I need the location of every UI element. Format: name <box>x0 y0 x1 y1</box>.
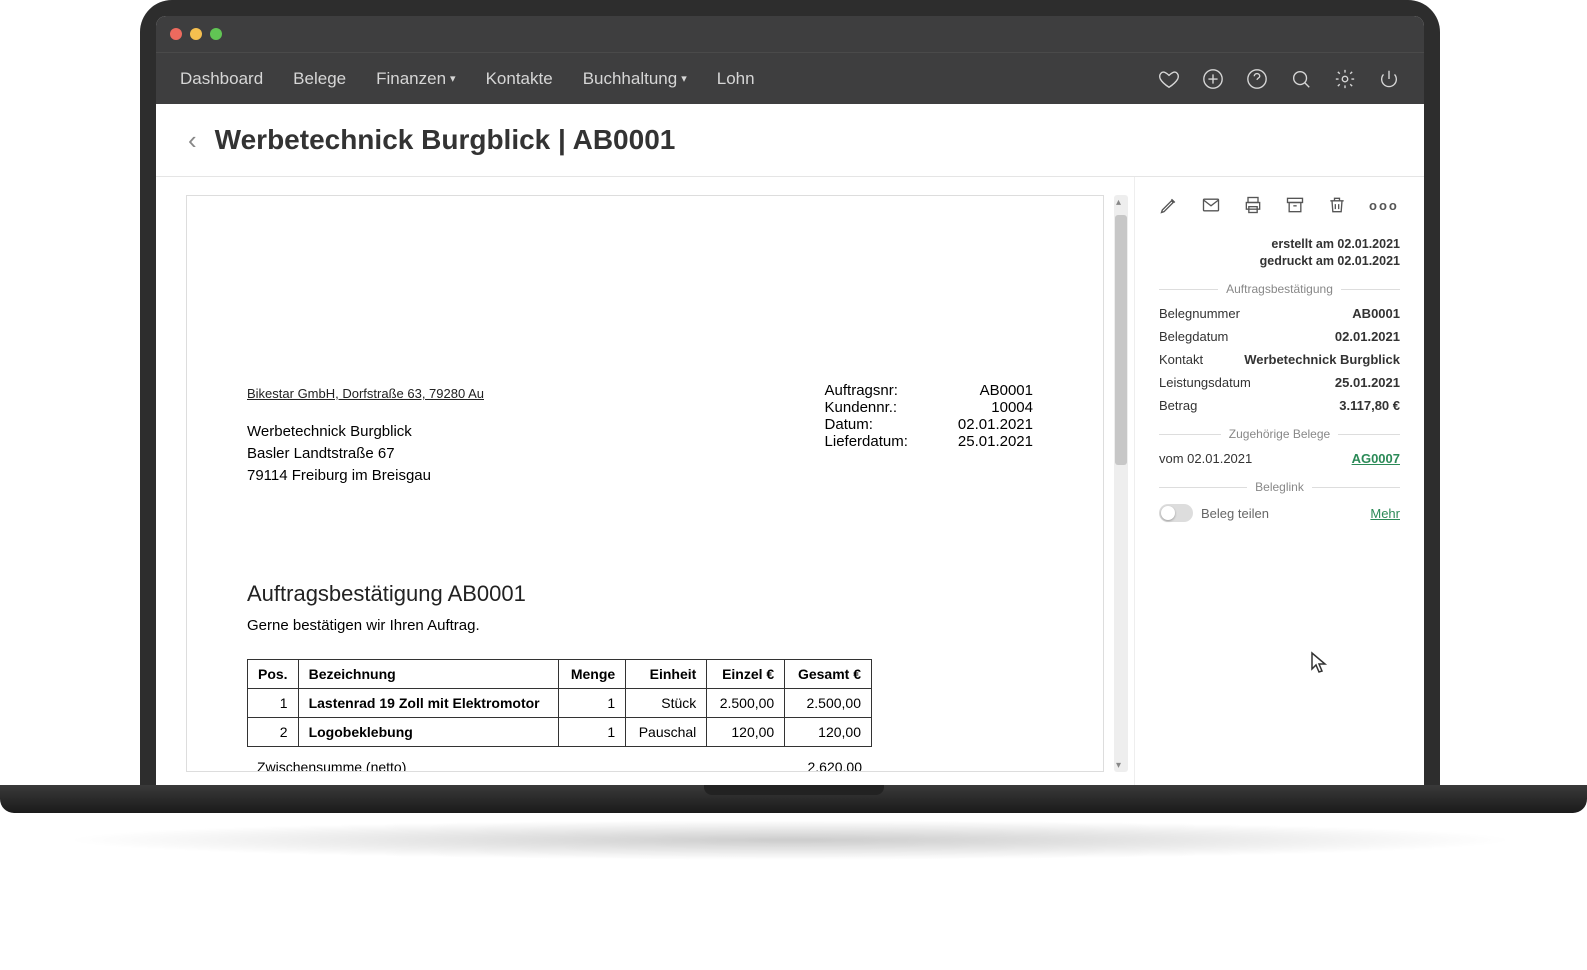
nav-kontakte[interactable]: Kontakte <box>486 69 553 89</box>
archive-icon[interactable] <box>1285 195 1305 215</box>
more-icon[interactable]: ooo <box>1369 198 1399 213</box>
section-divider: Beleglink <box>1159 480 1400 494</box>
top-nav: Dashboard Belege Finanzen▾ Kontakte Buch… <box>156 52 1424 104</box>
document-preview: Bikestar GmbH, Dorfstraße 63, 79280 Au W… <box>186 195 1104 772</box>
edit-icon[interactable] <box>1159 195 1179 215</box>
page-title: Werbetechnick Burgblick | AB0001 <box>215 124 676 156</box>
window-min-dot[interactable] <box>190 28 202 40</box>
created-at: erstellt am 02.01.2021 <box>1159 237 1400 251</box>
help-icon[interactable] <box>1246 68 1268 90</box>
share-toggle-label: Beleg teilen <box>1201 506 1370 521</box>
related-doc-link[interactable]: AG0007 <box>1352 451 1400 466</box>
cursor-icon <box>1310 651 1330 680</box>
printed-at: gedruckt am 02.01.2021 <box>1159 254 1400 268</box>
chevron-down-icon: ▾ <box>450 72 456 85</box>
window-titlebar <box>156 16 1424 52</box>
page-header: ‹ Werbetechnick Burgblick | AB0001 <box>156 104 1424 177</box>
print-icon[interactable] <box>1243 195 1263 215</box>
detail-sidebar: ooo erstellt am 02.01.2021 gedruckt am 0… <box>1134 177 1424 790</box>
nav-finanzen[interactable]: Finanzen▾ <box>376 69 455 89</box>
scroll-up-icon[interactable]: ▴ <box>1116 197 1126 207</box>
search-icon[interactable] <box>1290 68 1312 90</box>
scroll-down-icon[interactable]: ▾ <box>1116 760 1126 770</box>
scroll-thumb[interactable] <box>1115 215 1127 465</box>
document-intro: Gerne bestätigen wir Ihren Auftrag. <box>247 617 1043 634</box>
section-divider: Zugehörige Belege <box>1159 427 1400 441</box>
nav-lohn[interactable]: Lohn <box>717 69 755 89</box>
document-pane: Bikestar GmbH, Dorfstraße 63, 79280 Au W… <box>156 177 1134 790</box>
share-toggle[interactable] <box>1159 504 1193 522</box>
gear-icon[interactable] <box>1334 68 1356 90</box>
power-icon[interactable] <box>1378 68 1400 90</box>
document-title: Auftragsbestätigung AB0001 <box>247 581 1043 607</box>
nav-belege[interactable]: Belege <box>293 69 346 89</box>
trash-icon[interactable] <box>1327 195 1347 215</box>
table-row: 2 Logobeklebung 1 Pauschal 120,00 120,00 <box>248 718 872 747</box>
heart-icon[interactable] <box>1158 68 1180 90</box>
nav-buchhaltung[interactable]: Buchhaltung▾ <box>583 69 687 89</box>
mail-icon[interactable] <box>1201 195 1221 215</box>
more-link[interactable]: Mehr <box>1370 506 1400 521</box>
document-totals: Zwischensumme (netto)2.620,00 Umsatzsteu… <box>247 755 872 772</box>
line-items-table: Pos. Bezeichnung Menge Einheit Einzel € … <box>247 659 872 747</box>
document-meta: Auftragsnr:AB0001 Kundennr.:10004 Datum:… <box>825 382 1033 450</box>
nav-dashboard[interactable]: Dashboard <box>180 69 263 89</box>
section-divider: Auftragsbestätigung <box>1159 282 1400 296</box>
scrollbar[interactable]: ▴ ▾ <box>1114 195 1128 772</box>
table-row: 1 Lastenrad 19 Zoll mit Elektromotor 1 S… <box>248 689 872 718</box>
window-max-dot[interactable] <box>210 28 222 40</box>
back-button[interactable]: ‹ <box>188 125 197 156</box>
plus-circle-icon[interactable] <box>1202 68 1224 90</box>
window-close-dot[interactable] <box>170 28 182 40</box>
chevron-down-icon: ▾ <box>681 72 687 85</box>
